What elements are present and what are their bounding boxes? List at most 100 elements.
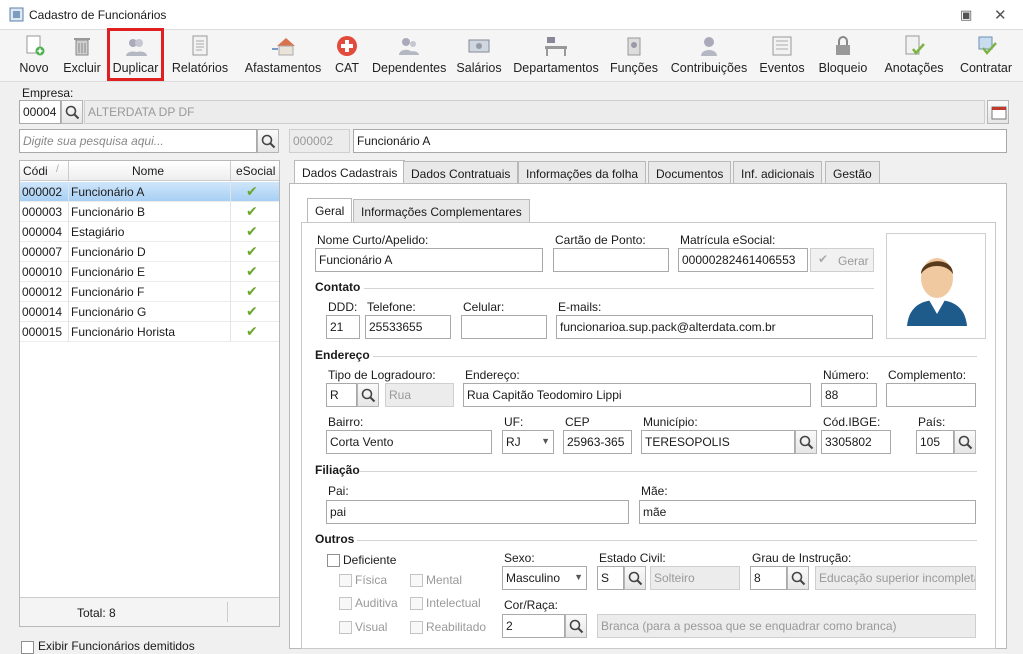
table-row[interactable]: 000015 Funcionário Horista ✔	[20, 322, 279, 342]
empresa-search-button[interactable]	[61, 100, 83, 124]
novo-button[interactable]: Novo	[14, 30, 54, 80]
close-icon[interactable]: ✕	[994, 6, 1007, 24]
subtab-complementares[interactable]: Informações Complementares	[353, 199, 530, 223]
tab-dados-cadastrais[interactable]: Dados Cadastrais	[294, 160, 406, 185]
cor-search-button[interactable]	[565, 614, 587, 638]
matricula-field[interactable]: 00000282461406553	[678, 248, 808, 272]
ddd-field[interactable]: 21	[326, 315, 360, 339]
table-row[interactable]: 000003 Funcionário B ✔	[20, 202, 279, 222]
table-row[interactable]: 000002 Funcionário A ✔	[20, 182, 279, 202]
endereco-field[interactable]: Rua Capitão Teodomiro Lippi	[463, 383, 811, 407]
email-field[interactable]: funcionarioa.sup.pack@alterdata.com.br	[556, 315, 873, 339]
table-row[interactable]: 000012 Funcionário F ✔	[20, 282, 279, 302]
gerar-button[interactable]: ✔ Gerar	[810, 248, 874, 272]
bloqueio-button[interactable]: Bloqueio	[815, 30, 871, 80]
pais-field[interactable]: 105	[916, 430, 954, 454]
celular-field[interactable]	[461, 315, 547, 339]
duplicar-button[interactable]: Duplicar	[107, 28, 164, 81]
municipio-search-button[interactable]	[795, 430, 817, 454]
window-title: Cadastro de Funcionários	[29, 8, 167, 22]
relatorios-button[interactable]: Relatórios	[170, 30, 230, 80]
contribuicoes-button[interactable]: Contribuições	[669, 30, 749, 80]
visual-checkbox[interactable]	[339, 621, 352, 634]
cor-field[interactable]: 2	[502, 614, 565, 638]
header-name[interactable]: Nome	[132, 164, 164, 178]
departamentos-button[interactable]: Departamentos	[512, 30, 600, 80]
employee-grid: Códi / Nome eSocial 000002 Funcionário A ✔…	[19, 160, 280, 627]
cep-field[interactable]: 25963-365	[563, 430, 632, 454]
grau-search-button[interactable]	[787, 566, 809, 590]
auditiva-checkbox[interactable]	[339, 597, 352, 610]
estado-civil-desc: Solteiro	[650, 566, 740, 590]
pais-search-button[interactable]	[954, 430, 976, 454]
total-count: Total: 8	[77, 606, 116, 620]
header-esocial[interactable]: eSocial	[236, 164, 275, 178]
table-row[interactable]: 000004 Estagiário ✔	[20, 222, 279, 242]
table-row[interactable]: 000007 Funcionário D ✔	[20, 242, 279, 262]
header-code[interactable]: Códi	[23, 164, 48, 178]
show-dismissed-checkbox[interactable]	[21, 641, 34, 654]
tab-gestao[interactable]: Gestão	[825, 161, 880, 185]
tab-inf-adicionais[interactable]: Inf. adicionais	[733, 161, 823, 185]
tipo-lograd-search-button[interactable]	[357, 383, 379, 407]
sexo-select[interactable]: Masculino ▼	[502, 566, 587, 590]
hire-icon	[978, 36, 997, 55]
intelectual-checkbox[interactable]	[410, 597, 423, 610]
cartao-label: Cartão de Ponto:	[555, 233, 646, 247]
empresa-code-field[interactable]: 00004	[19, 100, 61, 124]
funcoes-button[interactable]: Funções	[608, 30, 660, 80]
uf-select[interactable]: RJ ▼	[502, 430, 554, 454]
deficiente-checkbox[interactable]	[327, 554, 340, 567]
employee-photo[interactable]	[886, 233, 986, 339]
cat-button[interactable]: CAT	[331, 30, 363, 80]
bloqueio-label: Bloqueio	[818, 61, 868, 75]
numero-field[interactable]: 88	[821, 383, 877, 407]
check-icon: ✔	[818, 252, 829, 266]
contratar-label: Contratar	[959, 61, 1013, 75]
table-row[interactable]: 000010 Funcionário E ✔	[20, 262, 279, 282]
dependents-icon	[399, 38, 419, 55]
avatar-icon	[907, 258, 967, 326]
eventos-button[interactable]: Eventos	[758, 30, 806, 80]
tab-dados-contratuais[interactable]: Dados Contratuais	[403, 161, 519, 185]
lock-icon	[836, 36, 850, 55]
restore-icon[interactable]: ▣	[960, 7, 972, 23]
pai-label: Pai:	[328, 484, 349, 498]
uf-value: RJ	[506, 435, 521, 449]
mental-checkbox[interactable]	[410, 574, 423, 587]
table-row[interactable]: 000014 Funcionário G ✔	[20, 302, 279, 322]
subtab-geral[interactable]: Geral	[307, 198, 353, 223]
calendar-button[interactable]	[987, 100, 1009, 124]
afastamentos-button[interactable]: Afastamentos	[243, 30, 323, 80]
complemento-field[interactable]	[886, 383, 976, 407]
salarios-button[interactable]: Salários	[456, 30, 502, 80]
mae-field[interactable]: mãe	[639, 500, 976, 524]
estado-civil-search-button[interactable]	[624, 566, 646, 590]
ibge-field[interactable]: 3305802	[821, 430, 891, 454]
pai-field[interactable]: pai	[326, 500, 629, 524]
current-name-field[interactable]: Funcionário A	[353, 129, 1007, 153]
bairro-field[interactable]: Corta Vento	[326, 430, 492, 454]
nome-curto-field[interactable]: Funcionário A	[315, 248, 543, 272]
estado-civil-field[interactable]: S	[597, 566, 624, 590]
grau-field[interactable]: 8	[750, 566, 787, 590]
search-button[interactable]	[257, 129, 279, 153]
fisica-checkbox[interactable]	[339, 574, 352, 587]
sexo-value: Masculino	[506, 571, 561, 585]
cartao-field[interactable]	[553, 248, 669, 272]
reabilitado-checkbox[interactable]	[410, 621, 423, 634]
row-code: 000004	[22, 225, 63, 239]
excluir-button[interactable]: Excluir	[60, 30, 104, 80]
tab-documentos[interactable]: Documentos	[648, 161, 732, 185]
telefone-field[interactable]: 25533655	[365, 315, 451, 339]
contratar-button[interactable]: Contratar	[955, 30, 1017, 80]
dependentes-button[interactable]: Dependentes	[372, 30, 446, 80]
anotacoes-button[interactable]: Anotações	[882, 30, 946, 80]
search-icon	[261, 134, 276, 149]
tipo-lograd-field[interactable]: R	[326, 383, 357, 407]
search-input[interactable]: Digite sua pesquisa aqui...	[19, 129, 257, 153]
esocial-check-icon: ✔	[246, 263, 258, 279]
municipio-field[interactable]: TERESOPOLIS	[641, 430, 795, 454]
contribution-icon	[701, 37, 717, 56]
tab-informacoes-folha[interactable]: Informações da folha	[518, 161, 647, 185]
